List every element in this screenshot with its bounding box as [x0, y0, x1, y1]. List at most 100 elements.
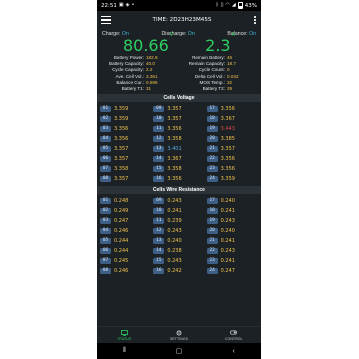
cell-resistance-item: 20 0.240 — [206, 226, 258, 236]
cell-voltage-item: 24 3.359 — [206, 174, 258, 184]
cell-value: 3.357 — [114, 146, 129, 153]
cell-value: 0.243 — [220, 248, 235, 255]
cell-number-badge: 12 — [153, 227, 165, 235]
cell-number-badge: 19 — [206, 217, 218, 225]
signal-icon: ◢ — [231, 2, 236, 8]
cell-resistance-item: 04 0.246 — [100, 226, 151, 236]
discharge-status-value: On — [187, 31, 195, 37]
cell-resistance-item: 24 0.247 — [206, 266, 258, 276]
cell-value: 0.240 — [220, 198, 235, 205]
home-icon[interactable]: ▢ — [172, 347, 186, 355]
switch-status-row: Charge: On Discharge: On Balance: On — [97, 29, 261, 37]
cell-resistance-item: 23 0.241 — [206, 256, 258, 266]
cell-number-badge: 22 — [206, 247, 218, 255]
cell-resistance-item: 19 0.243 — [206, 216, 258, 226]
nav-control[interactable]: CONTROL — [206, 327, 261, 343]
status-time: 22:51 — [101, 2, 117, 9]
wifi-icon: ◠ — [225, 2, 230, 8]
status-bar: 22:51 ▣ ◈ • ᛒ ▯ ◠ ◢ 43% — [97, 0, 261, 11]
cell-number-badge: 03 — [100, 125, 111, 133]
cell-voltage-item: 11 3.356 — [153, 124, 204, 134]
cell-number-badge: 02 — [100, 207, 111, 215]
cell-number-badge: 21 — [206, 145, 218, 153]
cell-number-badge: 20 — [206, 135, 218, 143]
cell-number-badge: 23 — [206, 257, 218, 265]
cell-resistance-item: 21 0.241 — [206, 236, 258, 246]
cell-voltage-item: 03 3.356 — [100, 124, 151, 134]
back-icon[interactable]: ‹ — [227, 348, 241, 355]
cell-value: 3.357 — [220, 146, 235, 153]
cell-number-badge: 20 — [206, 227, 218, 235]
cell-value: 3.358 — [114, 166, 129, 173]
app-screen: 22:51 ▣ ◈ • ᛒ ▯ ◠ ◢ 43% TIME: 2D23H23M45… — [97, 0, 261, 359]
cell-resistance-item: 10 0.241 — [153, 206, 204, 216]
bottom-navigation: STATUS SETTINGS CONTROL — [97, 326, 261, 343]
recents-icon[interactable]: ⦀ — [117, 347, 131, 355]
cell-number-badge: 14 — [153, 155, 165, 163]
cell-number-badge: 16 — [153, 175, 165, 183]
cell-voltage-item: 21 3.357 — [206, 144, 258, 154]
cell-resistance-item: 08 0.246 — [100, 266, 151, 276]
cell-number-badge: 15 — [153, 257, 165, 265]
cell-number-badge: 13 — [153, 145, 165, 153]
cells-resistance-grid: 01 0.248 09 0.243 17 0.240 02 0.249 10 0.241 18 0.2… — [97, 194, 261, 276]
cell-number-badge: 09 — [153, 105, 165, 113]
status-icon — [120, 329, 128, 336]
overflow-menu-icon[interactable] — [253, 16, 257, 24]
toggle-icon — [230, 330, 238, 336]
cell-value: 0.240 — [220, 228, 235, 235]
cell-value: 0.246 — [114, 268, 129, 275]
page-title: TIME: 2D23H23M45S — [152, 17, 212, 23]
cell-number-badge: 05 — [100, 237, 111, 245]
battery-info-right: Remain Battery: 46 Remain Capacity: 18.7 Cyc… — [179, 55, 258, 92]
cell-number-badge: 11 — [153, 217, 165, 225]
nav-settings-label: SETTINGS — [170, 336, 188, 341]
battery-percent: 43% — [244, 2, 257, 9]
cell-value: 0.244 — [114, 238, 129, 245]
hamburger-menu-icon[interactable] — [101, 16, 111, 24]
title-bar: TIME: 2D23H23M45S — [97, 11, 261, 29]
current: 2.3A — [205, 31, 236, 55]
cell-value: 3.358 — [167, 166, 182, 173]
cell-value: 0.241 — [220, 258, 235, 265]
cell-value: 3.357 — [167, 106, 182, 113]
cell-value: 0.244 — [114, 248, 129, 255]
cells-resistance-header: Cells Wire Resistance — [97, 186, 261, 195]
cell-value: 0.241 — [220, 208, 235, 215]
notification-icon: ◈ — [125, 2, 130, 8]
nav-control-label: CONTROL — [224, 336, 243, 341]
cell-number-badge: 13 — [153, 237, 165, 245]
cell-number-badge: 22 — [206, 155, 218, 163]
main-readings: 80.66V 2.3A — [97, 31, 261, 55]
nav-settings[interactable]: SETTINGS — [152, 327, 207, 343]
cell-value: 0.248 — [114, 198, 129, 205]
cell-value: 3.358 — [167, 136, 182, 143]
cell-resistance-item: 06 0.244 — [100, 246, 151, 256]
cells-voltage-grid: 01 3.359 09 3.357 17 3.356 02 3.359 10 3.357 18 3.3… — [97, 102, 261, 184]
cell-number-badge: 01 — [100, 105, 111, 113]
cell-value: 3.356 — [114, 136, 129, 143]
cell-number-badge: 24 — [206, 267, 218, 275]
cell-voltage-item: 10 3.357 — [153, 114, 204, 124]
cell-number-badge: 17 — [206, 105, 218, 113]
cell-number-badge: 17 — [206, 197, 218, 205]
cell-value: 0.241 — [167, 208, 182, 215]
cell-value: 3.356 — [220, 156, 235, 163]
cell-value: 0.243 — [167, 258, 182, 265]
cell-number-badge: 24 — [206, 175, 218, 183]
cell-value: 0.243 — [220, 218, 235, 225]
nav-status[interactable]: STATUS — [97, 327, 152, 343]
cell-voltage-item: 08 3.357 — [100, 174, 151, 184]
cell-resistance-item: 22 0.243 — [206, 246, 258, 256]
cell-number-badge: 18 — [206, 115, 218, 123]
cell-voltage-item: 09 3.357 — [153, 104, 204, 114]
cell-voltage-item: 16 3.356 — [153, 174, 204, 184]
cell-number-badge: 06 — [100, 247, 111, 255]
cell-voltage-item: 23 3.356 — [206, 164, 258, 174]
cell-value: 3.367 — [167, 156, 182, 163]
vibrate-icon: ▯ — [220, 2, 224, 8]
cell-resistance-item: 05 0.244 — [100, 236, 151, 246]
cell-resistance-item: 14 0.238 — [153, 246, 204, 256]
cell-resistance-item: 15 0.243 — [153, 256, 204, 266]
cell-voltage-item: 05 3.357 — [100, 144, 151, 154]
